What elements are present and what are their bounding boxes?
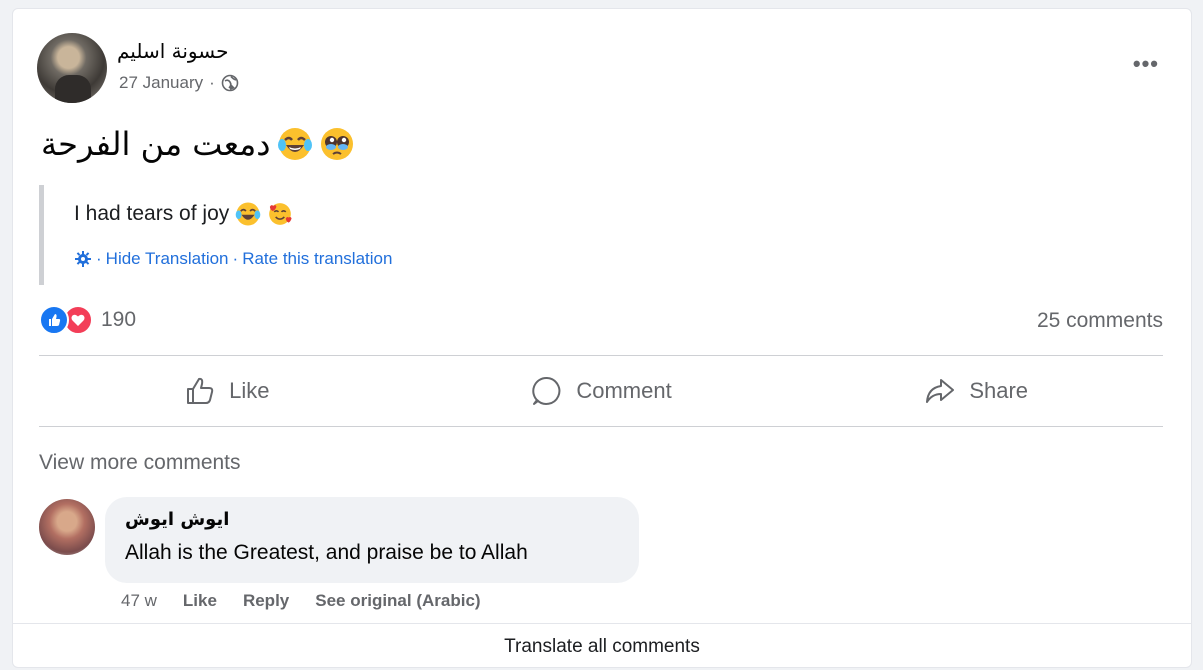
post-date[interactable]: 27 January <box>119 73 203 93</box>
comment-text: Allah is the Greatest, and praise be to … <box>125 541 528 564</box>
translate-all-comments-button[interactable]: Translate all comments <box>13 623 1191 669</box>
comment-meta: 47 w Like Reply See original (Arabic) <box>121 591 481 611</box>
comment-reply-button[interactable]: Reply <box>243 591 289 611</box>
translation-links: · Hide Translation · Rate this translati… <box>74 249 392 269</box>
link-separator: · <box>96 249 102 268</box>
post-card: حسونة اسليم 27 January · ••• دمعت من الف… <box>12 8 1192 668</box>
reaction-summary[interactable]: 190 <box>39 305 136 335</box>
translated-text-content: I had tears of joy <box>74 202 230 225</box>
action-bar: Like Comment Share <box>39 356 1163 426</box>
share-arrow-icon <box>926 379 955 403</box>
see-original-link[interactable]: See original (Arabic) <box>315 591 480 611</box>
pleading-face-emoji <box>319 126 355 162</box>
divider <box>39 426 1163 427</box>
translated-text: I had tears of joy <box>74 201 293 227</box>
like-reaction-icon <box>39 305 69 335</box>
like-button-label: Like <box>229 378 270 403</box>
author-avatar[interactable] <box>37 33 107 103</box>
globe-icon[interactable] <box>221 74 239 92</box>
comment-like-button[interactable]: Like <box>183 591 217 611</box>
comment-time[interactable]: 47 w <box>121 591 157 611</box>
smiling-face-with-hearts-emoji <box>267 201 293 227</box>
share-button[interactable]: Share <box>788 356 1163 426</box>
translate-all-label: Translate all comments <box>504 635 700 657</box>
comment-button-label: Comment <box>576 378 672 403</box>
thumbs-up-icon <box>187 377 214 404</box>
comments-count[interactable]: 25 comments <box>1037 309 1163 333</box>
link-separator: · <box>232 249 239 268</box>
post-author-name[interactable]: حسونة اسليم <box>117 39 228 63</box>
like-button[interactable]: Like <box>39 356 414 426</box>
hide-translation-link[interactable]: Hide Translation <box>106 249 229 269</box>
translation-block: I had tears of joy · Hide Translation · … <box>39 185 539 285</box>
reaction-count: 190 <box>101 308 137 331</box>
tears-of-joy-emoji <box>277 126 313 162</box>
post-text: دمعت من الفرحة <box>41 125 355 163</box>
comment-button[interactable]: Comment <box>414 356 789 426</box>
view-more-comments-link[interactable]: View more comments <box>39 451 241 475</box>
share-button-label: Share <box>969 378 1029 403</box>
comment-bubble-icon <box>532 376 561 405</box>
gear-icon[interactable] <box>74 250 92 268</box>
rate-translation-link[interactable]: Rate this translation <box>242 249 392 269</box>
commenter-avatar[interactable] <box>39 499 95 555</box>
comment-author-name[interactable]: ايوش ايوش <box>125 509 229 530</box>
tears-of-joy-emoji <box>235 201 261 227</box>
post-meta: 27 January · <box>119 73 239 93</box>
comment-bubble: ايوش ايوش Allah is the Greatest, and pra… <box>105 497 639 583</box>
meta-separator: · <box>209 73 215 92</box>
post-text-content: دمعت من الفرحة <box>41 125 271 163</box>
more-options-icon[interactable]: ••• <box>1133 53 1159 75</box>
